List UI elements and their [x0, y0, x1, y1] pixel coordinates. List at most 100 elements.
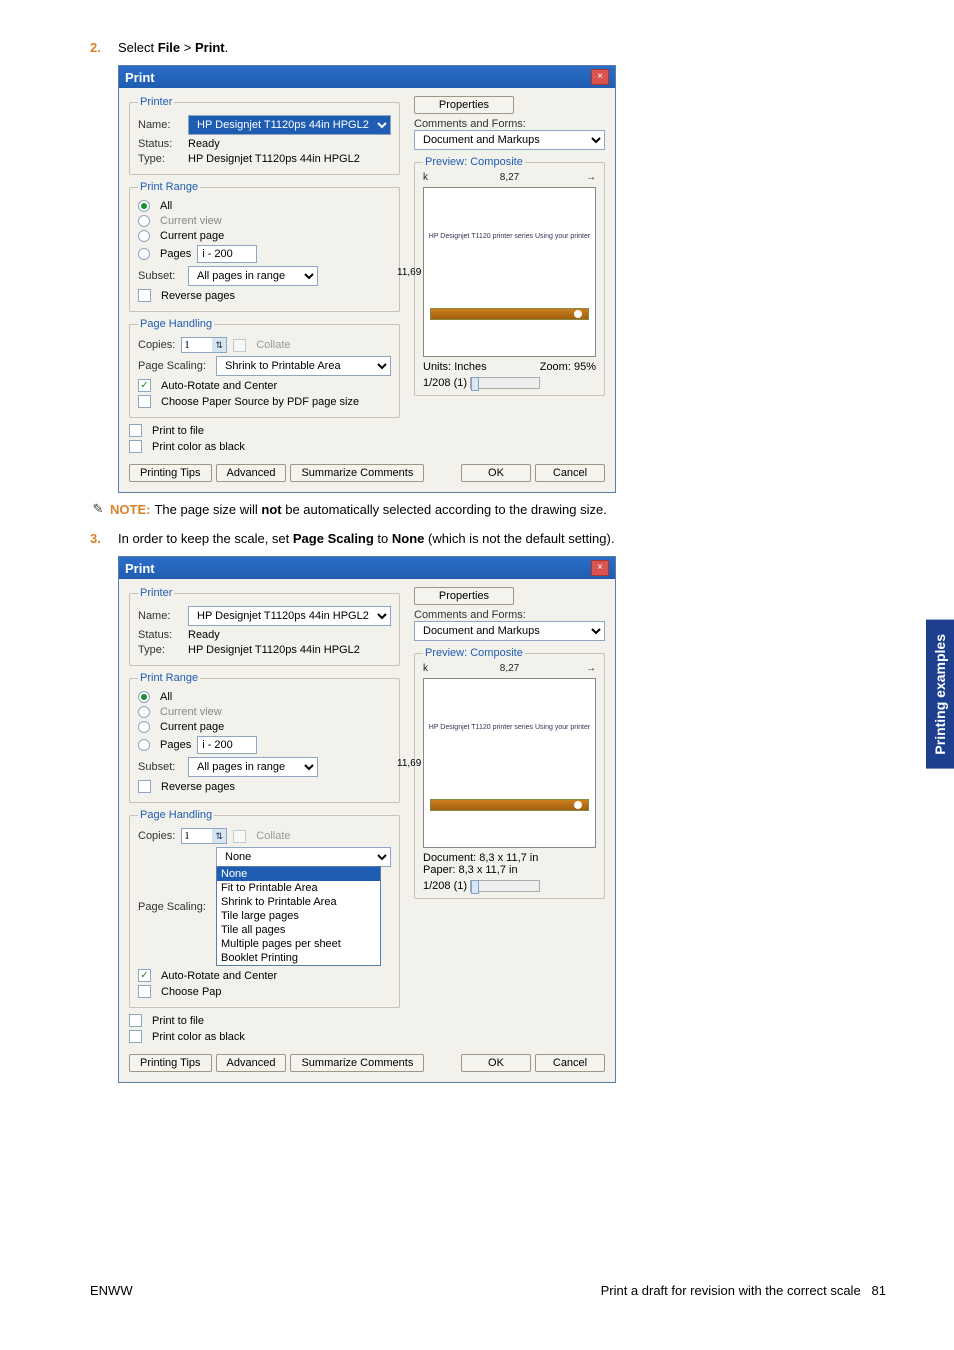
- paper-label: HP Designjet T1120 printer series Using …: [424, 233, 595, 241]
- status-label: Status:: [138, 138, 182, 150]
- range-group-2: Print Range All Current view Current pag…: [129, 672, 400, 803]
- preview-group: Preview: Composite k8,27→ 11,69 HP Desig…: [414, 156, 605, 396]
- scaling-option[interactable]: Tile large pages: [217, 909, 380, 923]
- advanced-button[interactable]: Advanced: [216, 464, 287, 482]
- printer-legend: Printer: [138, 96, 174, 108]
- collate-checkbox: [233, 339, 246, 352]
- page-number: 81: [872, 1283, 886, 1298]
- reverse-checkbox[interactable]: [138, 289, 151, 302]
- handling-group: Page Handling Copies: ⇅ Collate Page Sca…: [129, 318, 400, 418]
- close-icon[interactable]: ×: [591, 69, 609, 85]
- titlebar-2: Print ×: [119, 557, 615, 579]
- printer-group-2: Printer Name: HP Designjet T1120ps 44in …: [129, 587, 400, 666]
- note-line: ✎ NOTE: The page size will not be automa…: [90, 501, 894, 517]
- print-to-file-checkbox[interactable]: [129, 424, 142, 437]
- printer-name-select-2[interactable]: HP Designjet T1120ps 44in HPGL2: [188, 606, 391, 626]
- copies-spinner[interactable]: ⇅: [181, 337, 227, 353]
- summarize-button-2[interactable]: Summarize Comments: [290, 1054, 424, 1072]
- pages-input-2[interactable]: [197, 736, 257, 754]
- scaling-option[interactable]: Fit to Printable Area: [217, 881, 380, 895]
- spin-icon[interactable]: ⇅: [212, 338, 226, 352]
- properties-button[interactable]: Properties: [414, 96, 514, 114]
- note-label: NOTE:: [110, 502, 150, 517]
- printing-tips-button[interactable]: Printing Tips: [129, 464, 212, 482]
- cancel-button-2[interactable]: Cancel: [535, 1054, 605, 1072]
- scaling-option[interactable]: Booklet Printing: [217, 951, 380, 965]
- radio-current-view[interactable]: [138, 215, 150, 227]
- titlebar: Print ×: [119, 66, 615, 88]
- preview-canvas: HP Designjet T1120 printer series Using …: [423, 187, 596, 357]
- advanced-button-2[interactable]: Advanced: [216, 1054, 287, 1072]
- nav-slider[interactable]: [470, 377, 540, 389]
- print-black-checkbox[interactable]: [129, 440, 142, 453]
- handling-group-2: Page Handling Copies: ⇅ Collate Page Sca…: [129, 809, 400, 1008]
- autorotate-checkbox-2[interactable]: ✓: [138, 969, 151, 982]
- radio-current-view-2[interactable]: [138, 706, 150, 718]
- print-black-checkbox-2[interactable]: [129, 1030, 142, 1043]
- subset-select-2[interactable]: All pages in range: [188, 757, 318, 777]
- step-3: 3. In order to keep the scale, set Page …: [90, 531, 894, 546]
- printer-group: Printer Name: HP Designjet T1120ps 44in …: [129, 96, 400, 175]
- footer-left: ENWW: [90, 1283, 133, 1298]
- step-2: 2. Select File > Print.: [90, 40, 894, 55]
- range-group: Print Range All Current view Current pag…: [129, 181, 400, 312]
- comments-select-2[interactable]: Document and Markups: [414, 621, 605, 641]
- radio-current-page-2[interactable]: [138, 721, 150, 733]
- preview-canvas-2: HP Designjet T1120 printer series Using …: [423, 678, 596, 848]
- radio-all[interactable]: [138, 200, 150, 212]
- collate-checkbox-2: [233, 830, 246, 843]
- nav-slider-2[interactable]: [470, 880, 540, 892]
- reverse-checkbox-2[interactable]: [138, 780, 151, 793]
- radio-all-2[interactable]: [138, 691, 150, 703]
- print-to-file-checkbox-2[interactable]: [129, 1014, 142, 1027]
- scaling-dropdown-list[interactable]: None Fit to Printable Area Shrink to Pri…: [216, 866, 381, 966]
- preview-group-2: Preview: Composite k8,27→ 11,69 HP Desig…: [414, 647, 605, 899]
- preview-legend: Preview: Composite: [423, 156, 525, 168]
- autorotate-checkbox[interactable]: ✓: [138, 379, 151, 392]
- radio-pages-2[interactable]: [138, 739, 150, 751]
- scaling-option[interactable]: Tile all pages: [217, 923, 380, 937]
- type-value: HP Designjet T1120ps 44in HPGL2: [188, 153, 360, 165]
- page-footer: ENWW Print a draft for revision with the…: [90, 1283, 894, 1298]
- scaling-option[interactable]: Multiple pages per sheet: [217, 937, 380, 951]
- type-label: Type:: [138, 153, 182, 165]
- copies-label: Copies:: [138, 339, 175, 351]
- choose-pap-checkbox[interactable]: [138, 985, 151, 998]
- scaling-option[interactable]: None: [217, 867, 380, 881]
- printing-tips-button-2[interactable]: Printing Tips: [129, 1054, 212, 1072]
- dialog-title: Print: [125, 70, 155, 85]
- pages-input[interactable]: [197, 245, 257, 263]
- hp-logo-icon: [574, 310, 582, 318]
- summarize-button[interactable]: Summarize Comments: [290, 464, 424, 482]
- step-num-3: 3.: [90, 531, 118, 546]
- step-text-3: In order to keep the scale, set Page Sca…: [118, 531, 894, 546]
- ok-button-2[interactable]: OK: [461, 1054, 531, 1072]
- comments-select[interactable]: Document and Markups: [414, 130, 605, 150]
- printer-name-select[interactable]: HP Designjet T1120ps 44in HPGL2: [188, 115, 391, 135]
- close-icon-2[interactable]: ×: [591, 560, 609, 576]
- choose-source-checkbox[interactable]: [138, 395, 151, 408]
- print-dialog-2: Print × Printer Name: HP Designjet T1120…: [118, 556, 616, 1083]
- handling-legend: Page Handling: [138, 318, 214, 330]
- section-tab: Printing examples: [926, 620, 954, 769]
- radio-current-page[interactable]: [138, 230, 150, 242]
- preview-bar: [430, 308, 589, 320]
- cancel-button[interactable]: Cancel: [535, 464, 605, 482]
- scaling-option[interactable]: Shrink to Printable Area: [217, 895, 380, 909]
- dialog-title-2: Print: [125, 561, 155, 576]
- page-scaling-select[interactable]: Shrink to Printable Area: [216, 356, 391, 376]
- properties-button-2[interactable]: Properties: [414, 587, 514, 605]
- subset-label: Subset:: [138, 270, 182, 282]
- note-icon: ✎: [90, 501, 106, 517]
- footer-right-text: Print a draft for revision with the corr…: [601, 1283, 861, 1298]
- paper-size: Paper: 8,3 x 11,7 in: [423, 864, 596, 876]
- ok-button[interactable]: OK: [461, 464, 531, 482]
- step-text-2: Select File > Print.: [118, 40, 894, 55]
- copies-spinner-2[interactable]: ⇅: [181, 828, 227, 844]
- step-num-2: 2.: [90, 40, 118, 55]
- hp-logo-icon: [574, 801, 582, 809]
- nav-area: 1/208 (1): [423, 377, 596, 389]
- page-scaling-select-2[interactable]: None: [216, 847, 391, 867]
- subset-select[interactable]: All pages in range: [188, 266, 318, 286]
- radio-pages[interactable]: [138, 248, 150, 260]
